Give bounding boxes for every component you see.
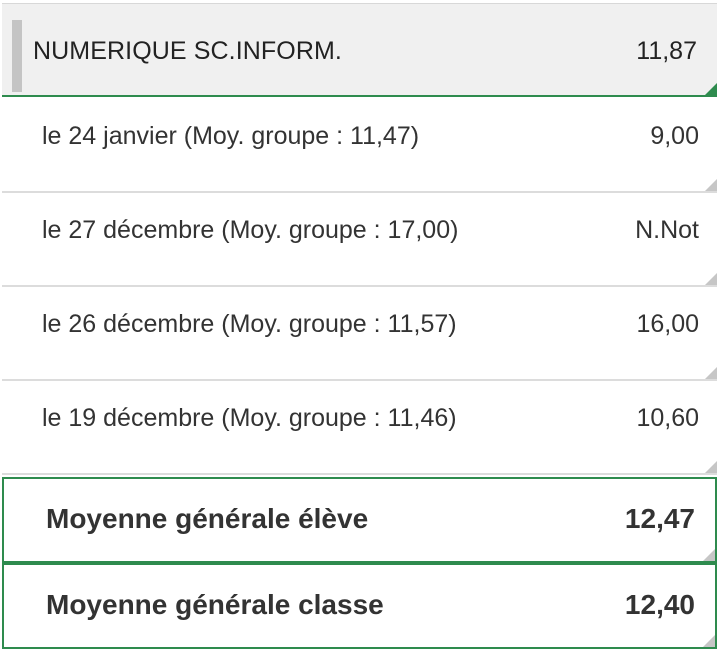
grade-row[interactable]: le 24 janvier (Moy. groupe : 11,47) 9,00: [2, 99, 717, 193]
subject-color-bar: [12, 20, 22, 92]
class-average-value: 12,40: [624, 589, 695, 620]
grade-label: le 24 janvier (Moy. groupe : 11,47): [42, 122, 420, 150]
grade-label: le 27 décembre (Moy. groupe : 17,00): [42, 216, 459, 244]
corner-indicator-icon: [705, 367, 717, 379]
corner-indicator-icon: [703, 635, 715, 647]
subject-header-row[interactable]: NUMERIQUE SC.INFORM. 11,87: [2, 3, 717, 97]
grade-label: le 26 décembre (Moy. groupe : 11,57): [42, 310, 457, 338]
corner-indicator-icon: [705, 461, 717, 473]
class-average-row[interactable]: Moyenne générale classe 12,40: [2, 563, 717, 649]
grade-value: N.Not: [635, 216, 699, 244]
corner-indicator-icon: [705, 83, 717, 95]
subject-average: 11,87: [636, 37, 697, 65]
grade-value: 9,00: [650, 122, 699, 150]
student-average-row[interactable]: Moyenne générale élève 12,47: [2, 477, 717, 563]
student-average-value: 12,47: [624, 503, 695, 534]
grade-row[interactable]: le 26 décembre (Moy. groupe : 11,57) 16,…: [2, 287, 717, 381]
subject-name: NUMERIQUE SC.INFORM.: [33, 37, 342, 65]
grade-value: 10,60: [636, 404, 699, 432]
grade-value: 16,00: [636, 310, 699, 338]
grade-row[interactable]: le 27 décembre (Moy. groupe : 17,00) N.N…: [2, 193, 717, 287]
grades-list: NUMERIQUE SC.INFORM. 11,87 le 24 janvier…: [0, 0, 719, 649]
corner-indicator-icon: [705, 179, 717, 191]
class-average-label: Moyenne générale classe: [46, 589, 384, 620]
corner-indicator-icon: [705, 273, 717, 285]
grade-row[interactable]: le 19 décembre (Moy. groupe : 11,46) 10,…: [2, 381, 717, 475]
corner-indicator-icon: [703, 549, 715, 561]
grade-label: le 19 décembre (Moy. groupe : 11,46): [42, 404, 457, 432]
student-average-label: Moyenne générale élève: [46, 503, 369, 534]
